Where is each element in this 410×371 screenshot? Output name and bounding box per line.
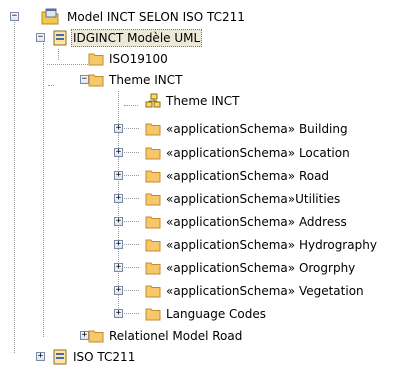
- tree-node-label: ISO19100: [109, 52, 168, 66]
- tree-node-schema-building[interactable]: + «applicationSchema» Building: [0, 120, 410, 138]
- tree-connector: [124, 152, 139, 153]
- tree-connector: [124, 221, 139, 222]
- folder-icon: [88, 72, 104, 88]
- tree-node-language-codes[interactable]: + Language Codes: [0, 305, 410, 323]
- tree-node-relational-model-road[interactable]: + Relationel Model Road: [0, 327, 410, 345]
- tree-node-label: «applicationSchema»Utilities: [166, 192, 341, 206]
- expand-icon[interactable]: +: [114, 217, 123, 226]
- expand-icon[interactable]: +: [114, 309, 123, 318]
- package-icon: [52, 349, 68, 365]
- tree-node-label: Theme INCT: [109, 73, 183, 87]
- expand-icon[interactable]: +: [114, 194, 123, 203]
- tree-node-schema-road[interactable]: + «applicationSchema» Road: [0, 167, 410, 185]
- folder-icon: [145, 306, 161, 322]
- tree-node-label: «applicationSchema» Vegetation: [166, 284, 364, 298]
- tree-node-package-idginct[interactable]: − IDGINCT Modèle UML: [0, 29, 410, 47]
- expand-icon[interactable]: +: [114, 286, 123, 295]
- folder-icon: [145, 237, 161, 253]
- tree-node-root-label: Model INCT SELON ISO TC211: [67, 10, 245, 24]
- tree-node-label: Relationel Model Road: [109, 329, 243, 343]
- folder-icon: [145, 191, 161, 207]
- folder-icon: [88, 328, 104, 344]
- tree-node-theme-inct[interactable]: − Theme INCT: [0, 71, 410, 89]
- model-root-icon: [40, 8, 59, 25]
- expand-icon[interactable]: +: [36, 352, 45, 361]
- tree-node-label: «applicationSchema» Location: [166, 146, 350, 160]
- tree-node-package-label: IDGINCT Modèle UML: [71, 29, 203, 47]
- tree-node-schema-vegetation[interactable]: + «applicationSchema» Vegetation: [0, 282, 410, 300]
- folder-icon: [145, 145, 161, 161]
- folder-icon: [145, 214, 161, 230]
- tree-node-label: «applicationSchema» Road: [166, 169, 330, 183]
- package-icon: [52, 30, 68, 46]
- folder-icon: [145, 168, 161, 184]
- tree-node-schema-location[interactable]: + «applicationSchema» Location: [0, 144, 410, 162]
- tree-node-schema-utilities[interactable]: + «applicationSchema»Utilities: [0, 190, 410, 208]
- collapse-icon[interactable]: −: [36, 33, 45, 42]
- folder-icon: [145, 260, 161, 276]
- tree-connector: [124, 198, 139, 199]
- expand-icon[interactable]: +: [114, 124, 123, 133]
- diagram-icon: [145, 93, 161, 109]
- expand-icon[interactable]: +: [114, 148, 123, 157]
- project-browser-tree: − Model INCT SELON ISO TC211 − IDGINCT M…: [0, 0, 410, 371]
- tree-connector: [124, 290, 139, 291]
- tree-node-label: Theme INCT: [166, 94, 240, 108]
- expand-icon[interactable]: +: [114, 171, 123, 180]
- folder-icon: [88, 51, 104, 67]
- tree-node-label: «applicationSchema» Orogrphy: [166, 261, 356, 275]
- expand-icon[interactable]: +: [114, 263, 123, 272]
- tree-connector: [124, 244, 139, 245]
- tree-node-label: ISO TC211: [73, 350, 136, 364]
- expand-icon[interactable]: +: [114, 240, 123, 249]
- tree-node-label: «applicationSchema» Address: [166, 215, 347, 229]
- tree-node-schema-address[interactable]: + «applicationSchema» Address: [0, 213, 410, 231]
- tree-node-label: «applicationSchema» Hydrography: [166, 238, 377, 252]
- tree-node-root[interactable]: − Model INCT SELON ISO TC211: [0, 8, 410, 26]
- folder-icon: [145, 121, 161, 137]
- tree-connector: [124, 128, 139, 129]
- tree-node-schema-orogrphy[interactable]: + «applicationSchema» Orogrphy: [0, 259, 410, 277]
- tree-connector: [124, 267, 139, 268]
- folder-icon: [145, 283, 161, 299]
- tree-node-theme-diagram[interactable]: Theme INCT: [0, 92, 410, 110]
- tree-node-label: Language Codes: [166, 307, 267, 321]
- tree-node-iso-tc211[interactable]: + ISO TC211: [0, 348, 410, 366]
- tree-node-iso19100[interactable]: ISO19100: [0, 50, 410, 68]
- tree-connector: [124, 175, 139, 176]
- collapse-icon[interactable]: −: [10, 12, 19, 21]
- tree-node-label: «applicationSchema» Building: [166, 122, 348, 136]
- tree-connector: [124, 313, 139, 314]
- tree-node-schema-hydrography[interactable]: + «applicationSchema» Hydrography: [0, 236, 410, 254]
